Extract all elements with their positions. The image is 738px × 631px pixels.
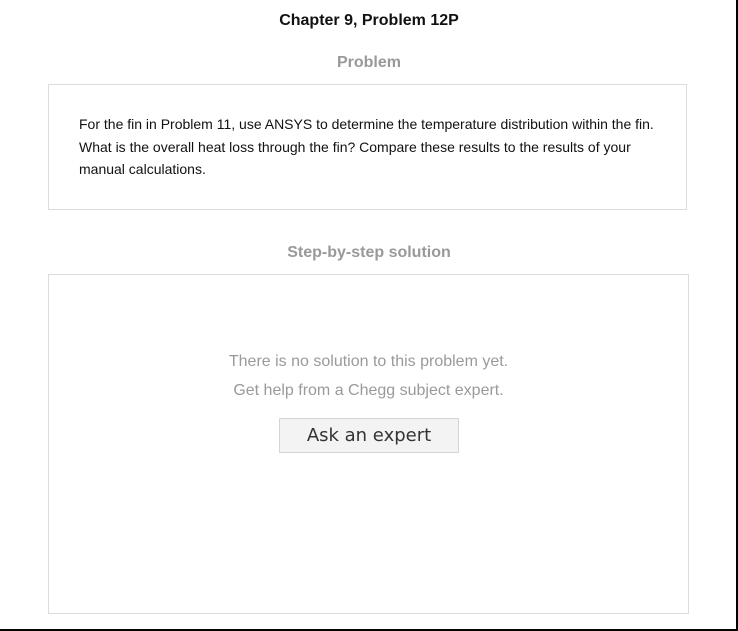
problem-text: For the fin in Problem 11, use ANSYS to … <box>79 116 654 177</box>
problem-box: For the fin in Problem 11, use ANSYS to … <box>48 84 687 210</box>
solution-heading: Step-by-step solution <box>287 244 451 261</box>
ask-expert-button[interactable]: Ask an expert <box>279 418 459 453</box>
page-title: Chapter 9, Problem 12P <box>279 12 459 29</box>
solution-box: There is no solution to this problem yet… <box>48 274 689 614</box>
no-solution-message: There is no solution to this problem yet… <box>228 353 509 370</box>
problem-heading: Problem <box>336 54 401 71</box>
get-help-message: Get help from a Chegg subject expert. <box>233 382 504 399</box>
